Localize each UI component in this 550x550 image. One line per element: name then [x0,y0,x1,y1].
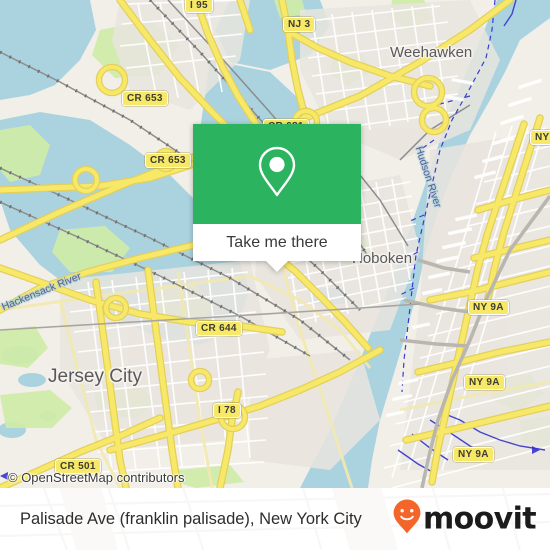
moovit-smiley-pin-icon [392,499,422,540]
road-shield: CR 644 [196,321,242,336]
road-shield: NY 9A [468,300,509,315]
place-label-jersey-city: Jersey City [48,366,142,387]
footer-bar: Palisade Ave (franklin palisade), New Yo… [0,488,550,550]
road-shield: CR 653 [145,153,191,168]
take-me-there-card[interactable]: Take me there [193,124,361,272]
card-icon-area [193,124,361,224]
road-shield: NY 9A [453,447,494,462]
map-pin-icon [254,145,300,204]
card-pointer-tail [266,261,288,272]
place-label-weehawken: Weehawken [390,44,473,61]
road-shield: NJ 3 [283,17,316,32]
moovit-wordmark: moovit [422,501,537,537]
take-me-there-label: Take me there [226,233,328,251]
moovit-map-screen: I 95 NJ 3 CR 653 CR 681 CR 653 NY NY 9A … [0,0,550,550]
page-title: Palisade Ave (franklin palisade), New Yo… [20,509,362,528]
road-shield: I 95 [185,0,213,13]
road-shield: NY [530,130,550,145]
road-shield: NY 9A [464,375,505,390]
road-shield: CR 653 [122,91,168,106]
road-shield: I 78 [213,403,241,418]
osm-attribution[interactable]: © OpenStreetMap contributors [8,470,185,485]
place-label-hoboken: Hoboken [352,250,413,267]
moovit-brand[interactable]: moovit [392,499,537,540]
take-me-there-button[interactable]: Take me there [193,224,361,261]
